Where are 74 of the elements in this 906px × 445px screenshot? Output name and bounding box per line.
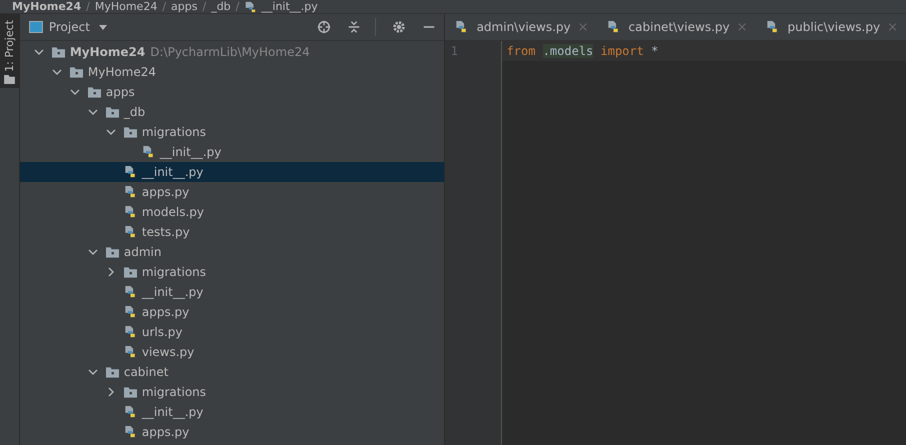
tree-item[interactable]: admin [20,242,444,262]
project-window-icon [28,21,43,33]
folder-icon [70,66,83,78]
chevron-down-icon[interactable] [88,107,98,117]
tree-item[interactable]: models.py [20,202,444,222]
python-file-icon [454,21,468,33]
tree-item[interactable]: views.py [20,342,444,362]
settings-icon[interactable] [392,20,406,34]
chevron-down-icon[interactable] [106,127,116,137]
project-tool-tab[interactable]: 1: Project [0,14,19,88]
chevron-down-icon[interactable] [34,47,44,57]
folder-icon [124,126,137,138]
python-file-icon [124,326,137,338]
tree-item[interactable]: migrations [20,122,444,142]
folder-icon [106,246,119,258]
project-path: D:\PycharmLib\MyHome24 [150,45,310,59]
folder-icon [124,266,137,278]
python-file-icon [124,406,137,418]
tree-item[interactable]: __init__.py [20,402,444,422]
editor-tab[interactable]: cabinet\views.py × [596,14,756,40]
folder-icon [106,366,119,378]
breadcrumb-separator: / [236,0,240,12]
chevron-down-icon[interactable] [70,87,80,97]
breadcrumb-separator: / [162,0,166,12]
chevron-down-icon[interactable] [88,367,98,377]
folder-icon [106,106,119,118]
chevron-right-icon[interactable] [106,267,116,277]
python-file-icon [124,306,137,318]
tree-item[interactable]: migrations [20,262,444,282]
tree-item[interactable]: apps.py [20,422,444,442]
folder-icon [88,86,101,98]
python-file-icon [124,166,137,178]
folder-icon [124,386,137,398]
breadcrumb[interactable]: __init__.py [261,0,318,12]
chevron-down-icon[interactable] [88,247,98,257]
python-file-icon [124,206,137,218]
tree-item[interactable]: __init__.py [20,142,444,162]
editor-tab[interactable]: public\views.py × [756,14,906,40]
chevron-down-icon[interactable] [52,67,62,77]
breadcrumb-separator: / [202,0,206,12]
breadcrumb-separator: / [86,0,90,12]
python-file-icon [124,346,137,358]
tree-item[interactable]: cabinet [20,362,444,382]
project-view-dropdown[interactable]: Project [48,20,90,34]
locate-icon[interactable] [316,20,331,34]
tree-item[interactable]: urls.py [20,322,444,342]
tree-item[interactable]: apps.py [20,182,444,202]
tree-item[interactable]: __init__.py [20,282,444,302]
python-file-icon [766,21,779,33]
tree-item[interactable]: tests.py [20,222,444,242]
collapse-all-icon[interactable] [346,20,361,34]
python-file-icon [124,226,137,238]
tree-item[interactable]: MyHome24 D:\PycharmLib\MyHome24 [20,42,444,62]
python-file-icon [606,21,620,33]
tree-item[interactable]: migrations [20,382,444,402]
tree-item[interactable]: __init__.py [20,162,444,182]
python-file-icon [124,186,137,198]
folder-icon [4,74,15,84]
tree-item[interactable]: apps [20,82,444,102]
editor-tab[interactable]: admin\views.py × [444,14,597,40]
python-file-icon [124,286,137,298]
breadcrumb[interactable]: _db [211,0,231,12]
breadcrumb[interactable]: MyHome24 [12,0,82,12]
python-file-icon [142,146,155,158]
python-file-icon [244,0,256,12]
tree-item[interactable]: MyHome24 [20,62,444,82]
chevron-right-icon[interactable] [106,387,116,397]
tree-item[interactable]: apps.py [20,302,444,322]
breadcrumb[interactable]: apps [171,0,198,12]
tree-item[interactable]: _db [20,102,444,122]
folder-icon [52,46,65,58]
caret-icon[interactable] [98,24,107,30]
python-file-icon [124,426,137,438]
breadcrumb[interactable]: MyHome24 [94,0,158,12]
